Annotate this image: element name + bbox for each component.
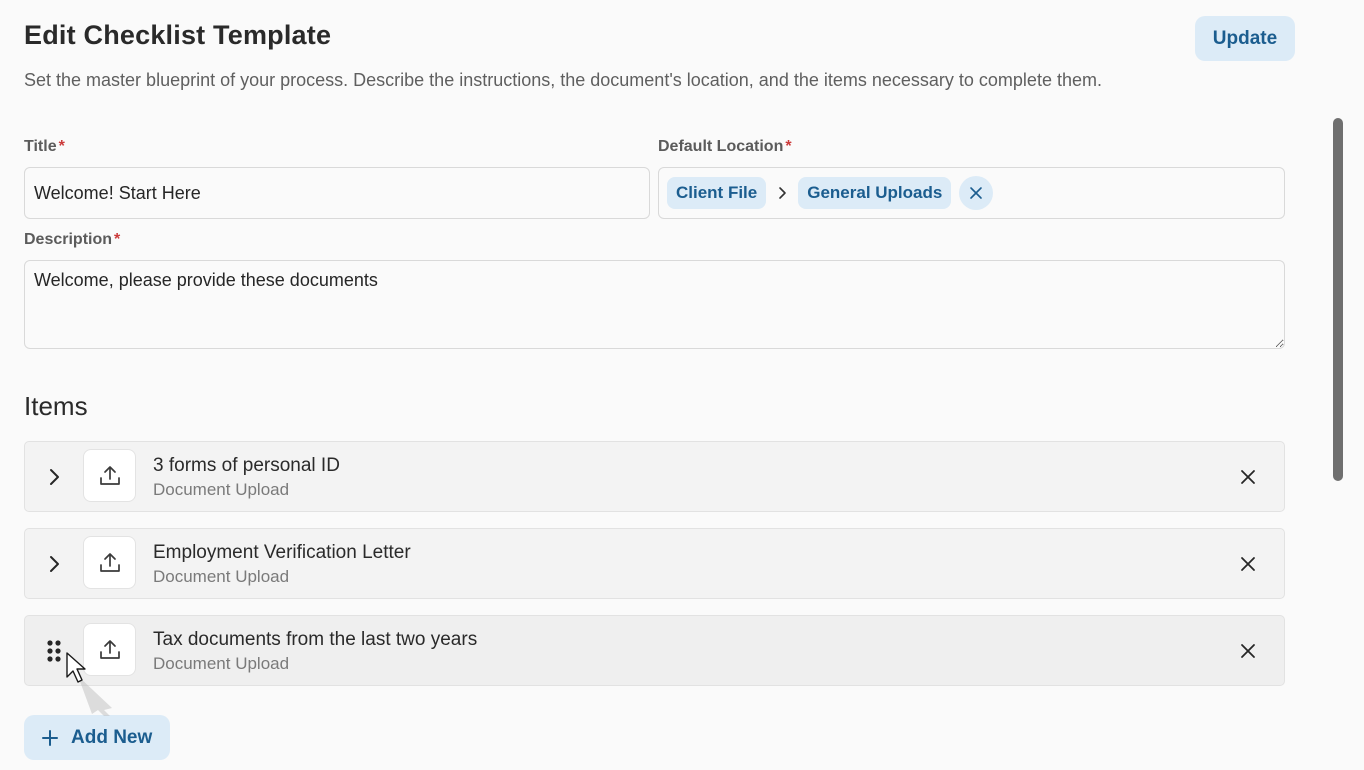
chevron-right-icon [50,469,59,485]
chevron-right-icon [766,186,798,200]
remove-item-button[interactable] [1234,550,1262,578]
page-subtitle: Set the master blueprint of your process… [24,70,1102,90]
item-type: Document Upload [153,567,290,586]
title-label: Title * [24,138,65,156]
upload-icon [99,465,120,485]
page-title: Edit Checklist Template [24,20,332,50]
upload-icon [99,639,120,659]
drag-handle[interactable] [41,638,67,664]
item-title: Tax documents from the last two years [153,629,478,650]
update-button[interactable]: Update [1195,16,1295,61]
required-mark: * [114,231,121,248]
expand-item-button[interactable] [41,464,67,490]
description-textarea[interactable]: Welcome, please provide these documents [24,260,1285,349]
edit-checklist-page: Edit Checklist Template Update Set the m… [0,0,1364,770]
title-label-text: Title [24,138,57,155]
close-icon [1241,557,1255,571]
upload-icon [99,552,120,572]
add-new-item-button[interactable]: Add New [24,715,170,760]
title-input[interactable] [24,167,650,219]
upload-icon-box [83,536,136,589]
checklist-item-row[interactable]: Employment Verification Letter Document … [24,528,1285,599]
upload-icon-box [83,623,136,676]
checklist-item-row[interactable]: 3 forms of personal ID Document Upload [24,441,1285,512]
items-section-title: Items [24,391,88,421]
required-mark: * [58,138,65,155]
default-location-label: Default Location * [658,138,792,156]
description-label-text: Description [24,231,113,248]
default-location-field[interactable]: Client File General Uploads [658,167,1285,219]
close-icon [970,187,983,199]
upload-icon-box [83,449,136,502]
remove-item-button[interactable] [1234,463,1262,491]
scrollbar-thumb[interactable] [1333,118,1343,481]
add-new-label: Add New [71,726,153,748]
close-icon [1241,644,1255,658]
item-type: Document Upload [153,480,290,499]
close-icon [1241,470,1255,484]
chevron-right-icon [50,556,59,572]
clear-location-button[interactable] [959,176,994,210]
checklist-item-row[interactable]: Tax documents from the last two years Do… [24,615,1285,686]
item-title: 3 forms of personal ID [153,455,340,476]
description-label: Description * [24,231,120,249]
remove-item-button[interactable] [1234,637,1262,665]
default-location-label-text: Default Location [658,138,784,155]
expand-item-button[interactable] [41,551,67,577]
main-content: Edit Checklist Template Update Set the m… [24,0,1295,760]
plus-icon [40,728,60,748]
drag-handle-icon [47,640,61,662]
item-title: Employment Verification Letter [153,542,411,563]
location-chip-client-file[interactable]: Client File [667,177,767,209]
page-header: Edit Checklist Template Update [24,0,1295,68]
required-mark: * [785,138,792,155]
item-type: Document Upload [153,654,290,673]
location-chip-general-uploads[interactable]: General Uploads [798,177,952,209]
